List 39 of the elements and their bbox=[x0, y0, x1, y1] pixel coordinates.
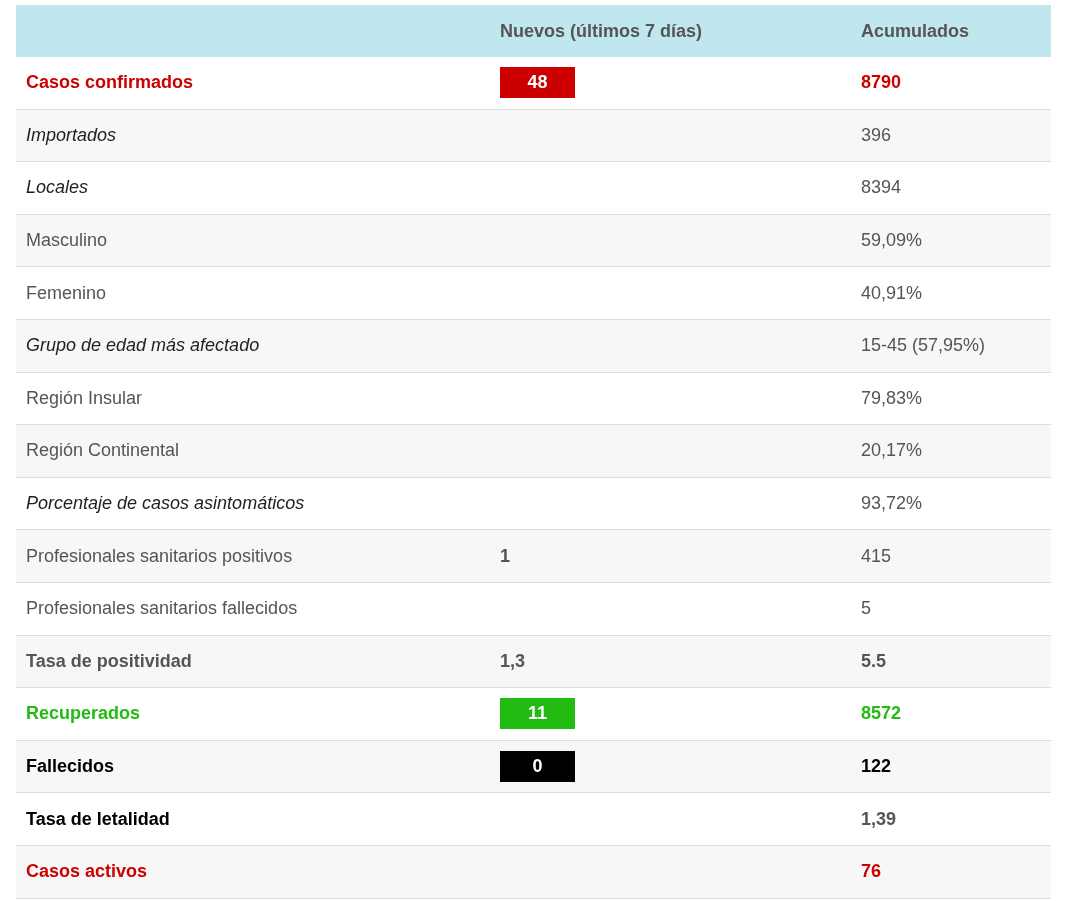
column-header: Nuevos (últimos 7 días) bbox=[500, 20, 703, 41]
count-badge: 48 bbox=[500, 67, 575, 99]
total-value: 93,72% bbox=[861, 493, 923, 514]
row-label: Región Continental bbox=[26, 440, 180, 461]
total-value: 79,83% bbox=[861, 387, 923, 408]
row-label: Casos confirmados bbox=[26, 72, 194, 93]
row-label: Profesionales sanitarios positivos bbox=[26, 545, 293, 566]
total-value: 5.5 bbox=[861, 650, 887, 671]
total-value: 5 bbox=[861, 598, 871, 619]
row-label: Porcentaje de casos asintomáticos bbox=[26, 493, 305, 514]
total-value: 20,17% bbox=[861, 440, 923, 461]
new-value: 1,3 bbox=[500, 649, 526, 673]
total-value: 396 bbox=[861, 124, 892, 145]
row-label: Importados bbox=[26, 124, 117, 145]
total-value: 15-45 (57,95%) bbox=[861, 335, 986, 356]
row-label: Masculino bbox=[26, 230, 108, 251]
new-value: 1 bbox=[500, 544, 510, 568]
total-value: 8572 bbox=[861, 703, 902, 724]
row-label: Locales bbox=[26, 177, 89, 198]
total-value: 8394 bbox=[861, 177, 902, 198]
total-value: 122 bbox=[861, 756, 892, 776]
total-value: 415 bbox=[861, 545, 892, 566]
row-label: Tasa de letalidad bbox=[26, 808, 170, 829]
row-label: Tasa de positividad bbox=[26, 650, 192, 671]
row-label: Grupo de edad más afectado bbox=[26, 335, 260, 356]
row-label: Femenino bbox=[26, 282, 107, 303]
row-label: Región Insular bbox=[26, 387, 143, 408]
row-label: Fallecidos bbox=[26, 756, 115, 776]
row-label: Profesionales sanitarios fallecidos bbox=[26, 598, 298, 619]
count-badge: 11 bbox=[500, 698, 575, 730]
total-value: 8790 bbox=[861, 72, 902, 93]
column-header: Acumulados bbox=[861, 20, 970, 41]
count-badge: 0 bbox=[500, 751, 575, 782]
total-value: 40,91% bbox=[861, 282, 923, 303]
row-label: Casos activos bbox=[26, 861, 148, 882]
total-value: 1,39 bbox=[861, 808, 897, 829]
total-value: 76 bbox=[861, 861, 882, 882]
row-label: Recuperados bbox=[26, 703, 141, 724]
total-value: 59,09% bbox=[861, 230, 923, 251]
